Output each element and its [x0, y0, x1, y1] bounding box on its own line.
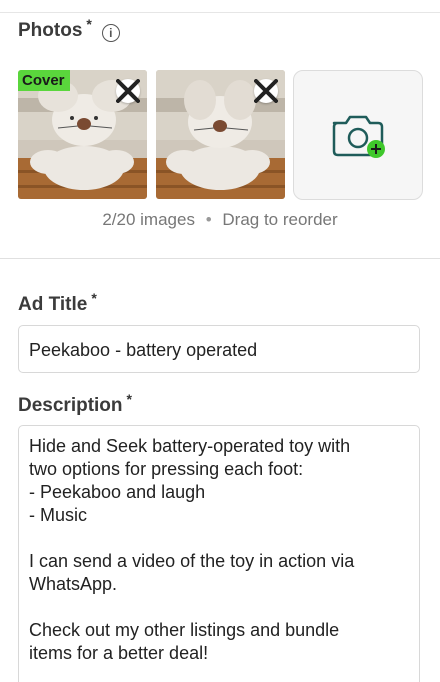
listing-form: Photos * i Cover 2/20 images • Drag to r… — [0, 0, 440, 682]
required-mark: * — [126, 391, 132, 407]
info-circle-icon[interactable]: i — [101, 24, 120, 42]
photo-count: 2/20 images — [102, 210, 195, 229]
close-icon — [116, 79, 140, 103]
remove-photo-button[interactable] — [254, 79, 278, 103]
top-border — [0, 0, 440, 13]
required-mark: * — [86, 16, 92, 32]
ad-title-input[interactable]: Peekaboo - battery operated — [18, 325, 420, 373]
separator-dot: • — [205, 210, 212, 229]
photo-thumbnail-2[interactable] — [156, 70, 285, 199]
ad-title-label: Ad Title — [18, 294, 88, 315]
remove-photo-button[interactable] — [116, 79, 140, 103]
ad-title-label-row: Ad Title * — [18, 290, 97, 316]
close-icon — [254, 79, 278, 103]
camera-plus-icon — [332, 115, 385, 158]
photos-label-row: Photos * i — [18, 16, 120, 42]
description-label: Description — [18, 395, 123, 416]
description-label-row: Description * — [18, 391, 132, 417]
required-mark: * — [91, 290, 97, 306]
photos-label: Photos — [18, 20, 83, 41]
photo-count-hint: 2/20 images • Drag to reorder — [0, 210, 440, 230]
add-photo-button[interactable] — [293, 70, 423, 200]
reorder-hint: Drag to reorder — [222, 210, 338, 229]
description-textarea[interactable]: Hide and Seek battery-operated toy with … — [18, 425, 420, 682]
section-divider — [0, 258, 440, 259]
cover-badge: Cover — [18, 70, 70, 91]
photo-thumbnail-1[interactable]: Cover — [18, 70, 147, 199]
